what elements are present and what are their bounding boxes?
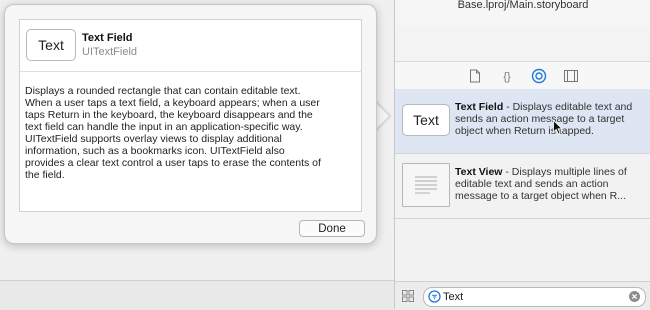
file-template-icon[interactable] bbox=[467, 68, 483, 84]
text-view-thumbnail bbox=[402, 163, 450, 207]
mouse-cursor-icon bbox=[553, 120, 563, 135]
inspector-area bbox=[395, 25, 650, 62]
clear-icon[interactable] bbox=[629, 291, 640, 302]
library-tab-bar: {} bbox=[395, 62, 650, 90]
library-item-description: Text Field - Displays editable text and … bbox=[455, 101, 645, 137]
library-item-text-view[interactable]: Text View - Displays multiple lines of e… bbox=[395, 154, 650, 219]
popover-title: Text Field bbox=[82, 32, 133, 44]
library-item-name: Text View bbox=[455, 166, 503, 178]
filter-icon bbox=[428, 290, 441, 303]
text-lines-icon bbox=[415, 176, 437, 194]
popover-description: Displays a rounded rectangle that can co… bbox=[19, 71, 362, 212]
object-library-list: Text Text Field - Displays editable text… bbox=[395, 89, 650, 219]
library-filter-input[interactable] bbox=[443, 289, 613, 304]
canvas-bottom-bar bbox=[0, 280, 394, 310]
media-library-icon[interactable] bbox=[563, 68, 579, 84]
quick-help-popover: Text Text Field UITextField Displays a r… bbox=[4, 4, 377, 244]
file-path-label: Base.lproj/Main.storyboard bbox=[457, 0, 589, 11]
done-button[interactable]: Done bbox=[299, 220, 365, 237]
file-path-bar: Base.lproj/Main.storyboard bbox=[395, 0, 650, 26]
code-snippet-icon[interactable]: {} bbox=[499, 68, 515, 84]
grid-view-icon[interactable] bbox=[402, 290, 414, 302]
svg-text:{}: {} bbox=[503, 71, 511, 83]
popover-class-name: UITextField bbox=[82, 46, 138, 58]
popover-header: Text Text Field UITextField bbox=[19, 19, 362, 72]
text-field-thumbnail: Text bbox=[402, 104, 450, 136]
library-item-name: Text Field bbox=[455, 101, 504, 113]
library-item-text-field[interactable]: Text Text Field - Displays editable text… bbox=[395, 89, 650, 154]
text-field-thumbnail: Text bbox=[26, 29, 76, 61]
library-item-description: Text View - Displays multiple lines of e… bbox=[455, 166, 645, 202]
utilities-panel: Base.lproj/Main.storyboard {} Text Text … bbox=[394, 0, 650, 310]
library-filter-bar bbox=[395, 281, 650, 310]
object-library-icon[interactable] bbox=[531, 68, 547, 84]
library-filter-field[interactable] bbox=[423, 287, 646, 307]
